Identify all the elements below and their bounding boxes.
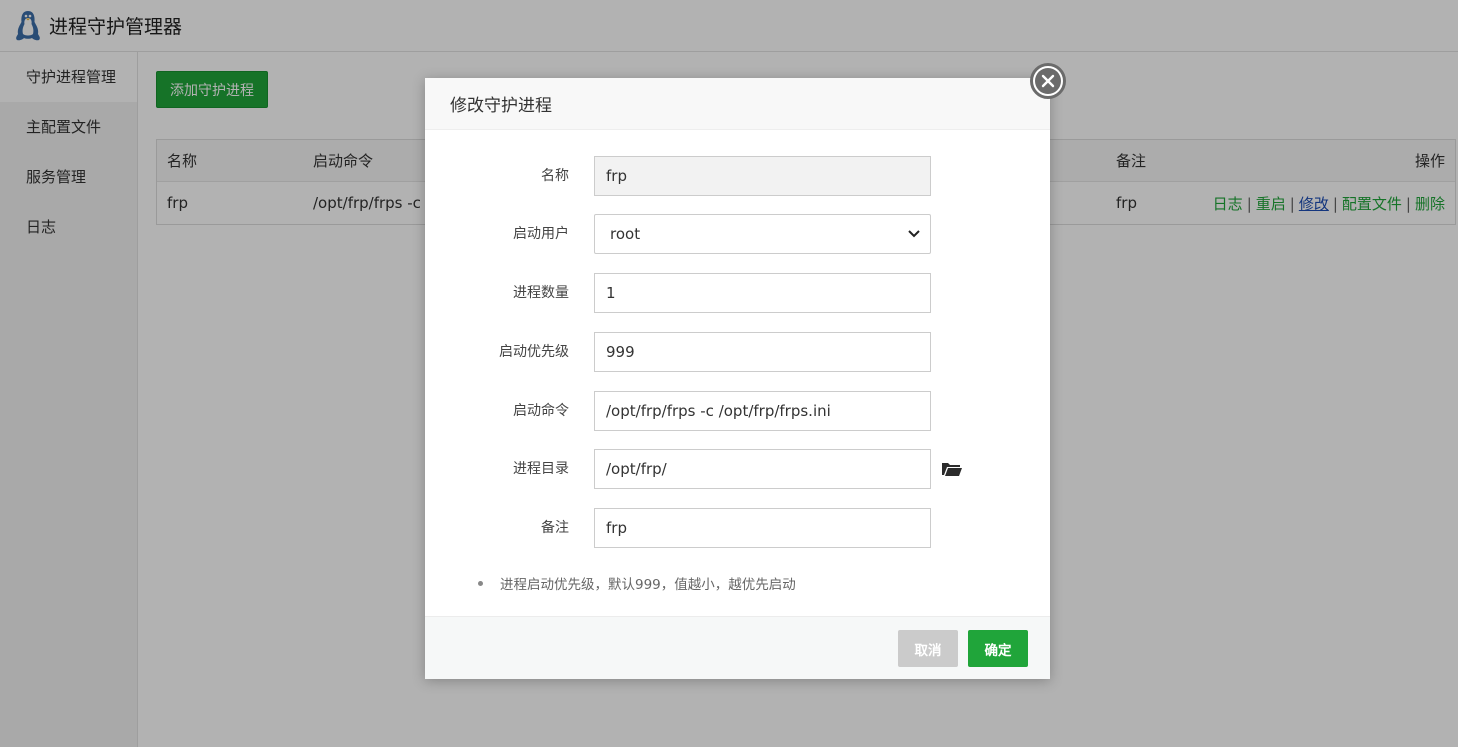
- dialog-title: 修改守护进程: [425, 78, 1050, 130]
- confirm-button[interactable]: 确定: [968, 630, 1028, 667]
- user-select-value: root: [610, 225, 641, 243]
- form-row-count: 进程数量: [425, 273, 1050, 313]
- priority-field[interactable]: [594, 332, 931, 372]
- user-select[interactable]: root: [594, 214, 931, 254]
- form-row-user: 启动用户 root: [425, 214, 1050, 254]
- remark-label: 备注: [541, 520, 569, 536]
- user-label: 启动用户: [513, 226, 569, 242]
- command-field[interactable]: [594, 391, 931, 431]
- form-row-directory: 进程目录: [425, 449, 1050, 489]
- priority-label: 启动优先级: [499, 344, 569, 360]
- close-icon: [1035, 68, 1061, 94]
- count-field[interactable]: [594, 273, 931, 313]
- directory-label: 进程目录: [513, 461, 569, 477]
- dialog-footer: 取消 确定: [425, 616, 1050, 679]
- remark-field[interactable]: [594, 508, 931, 548]
- chevron-down-icon: [908, 230, 920, 238]
- bullet-icon: [478, 580, 483, 586]
- form-row-name: 名称: [425, 156, 1050, 196]
- count-label: 进程数量: [513, 285, 569, 301]
- close-button[interactable]: [1030, 63, 1066, 99]
- cancel-button[interactable]: 取消: [898, 630, 958, 667]
- form-row-command: 启动命令: [425, 391, 1050, 431]
- name-label: 名称: [541, 168, 569, 184]
- command-label: 启动命令: [513, 403, 569, 419]
- priority-hint: 进程启动优先级，默认999，值越小，越优先启动: [478, 573, 796, 593]
- directory-field[interactable]: [594, 449, 931, 489]
- form-row-remark: 备注: [425, 508, 1050, 548]
- hint-text: 进程启动优先级，默认999，值越小，越优先启动: [500, 577, 796, 593]
- folder-open-icon[interactable]: [941, 460, 963, 478]
- edit-daemon-dialog: 修改守护进程 名称 启动用户 root 进程数量 启动优先级 启动命令 进程目录: [425, 63, 1066, 679]
- form-row-priority: 启动优先级: [425, 332, 1050, 372]
- name-field[interactable]: [594, 156, 931, 196]
